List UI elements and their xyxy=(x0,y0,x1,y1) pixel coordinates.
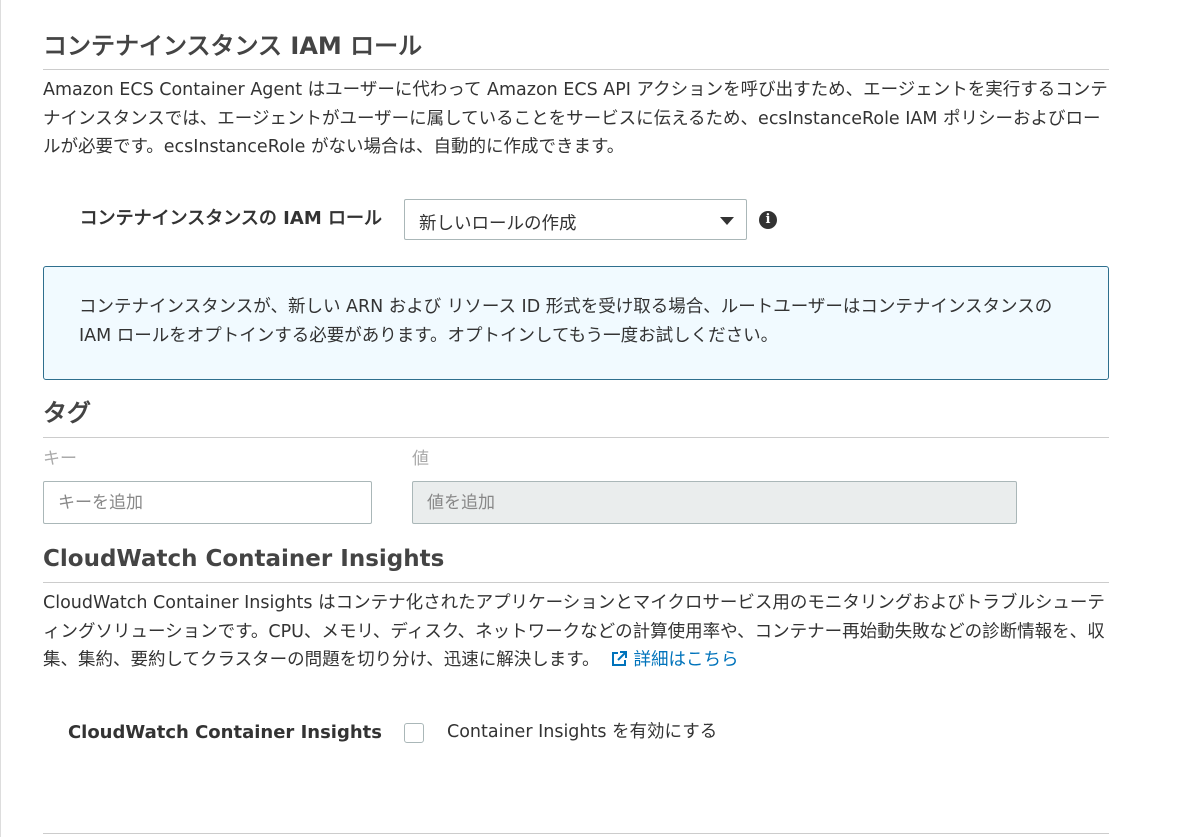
insights-description-text: CloudWatch Container Insights はコンテナ化されたア… xyxy=(43,593,1105,670)
enable-insights-checkbox[interactable] xyxy=(404,723,424,743)
tag-key-label: キー xyxy=(43,449,77,469)
insights-section-title: CloudWatch Container Insights xyxy=(43,546,445,572)
learn-more-link[interactable]: 詳細はこちら xyxy=(600,650,739,670)
iam-section-title: コンテナインスタンス IAM ロール xyxy=(43,32,423,60)
info-notice-text: コンテナインスタンスが、新しい ARN および リソース ID 形式を受け取る場… xyxy=(79,297,1053,346)
bottom-divider xyxy=(43,833,1109,834)
tag-value-input[interactable] xyxy=(412,481,1017,524)
page: コンテナインスタンス IAM ロール Amazon ECS Container … xyxy=(0,0,1197,837)
insights-section-description: CloudWatch Container Insights はコンテナ化されたア… xyxy=(43,589,1118,675)
insights-section-divider xyxy=(43,582,1109,583)
tag-key-input[interactable] xyxy=(43,481,372,524)
tags-section-divider xyxy=(43,437,1109,438)
iam-section-description: Amazon ECS Container Agent はユーザーに代わって Am… xyxy=(43,80,1108,157)
iam-role-label: コンテナインスタンスの IAM ロール xyxy=(79,208,382,229)
iam-section-divider xyxy=(43,69,1109,70)
tag-value-label: 値 xyxy=(412,449,429,469)
tags-section-title: タグ xyxy=(43,399,91,427)
iam-role-select-value: 新しいロールの作成 xyxy=(419,214,577,234)
chevron-down-icon xyxy=(720,217,734,225)
external-link-icon xyxy=(611,651,627,666)
learn-more-label: 詳細はこちら xyxy=(633,650,739,670)
iam-role-select[interactable]: 新しいロールの作成 xyxy=(404,199,747,240)
enable-insights-label[interactable]: Container Insights を有効にする xyxy=(447,722,717,742)
insights-checkbox-label: CloudWatch Container Insights xyxy=(67,722,382,743)
info-icon[interactable]: i xyxy=(759,211,777,229)
info-notice: コンテナインスタンスが、新しい ARN および リソース ID 形式を受け取る場… xyxy=(43,266,1109,380)
